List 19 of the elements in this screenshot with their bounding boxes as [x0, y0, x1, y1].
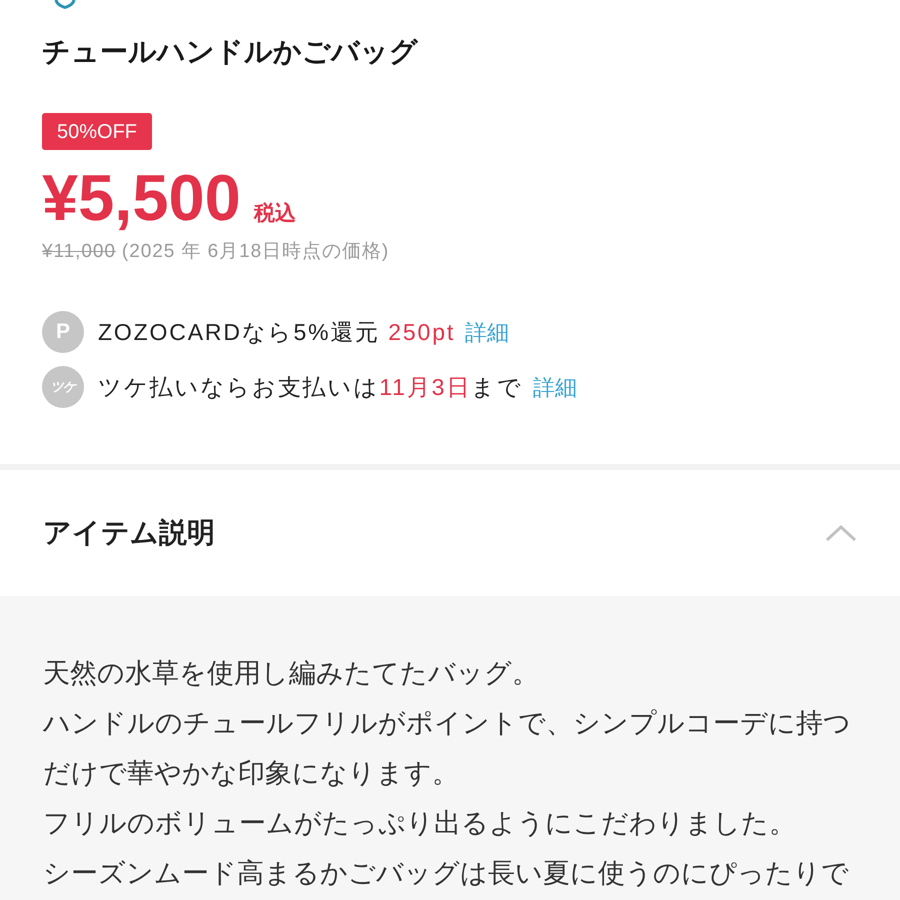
points-badge: P — [42, 311, 84, 353]
chevron-up-icon[interactable] — [825, 524, 857, 542]
detail-link[interactable]: 詳細 — [465, 316, 510, 348]
description-text: シーズンムード高まるかごバッグは長い夏に使うのにぴったりで — [43, 857, 850, 890]
original-price: ¥11,000 — [42, 240, 116, 264]
perk-text: ZOZOCARDなら5%還元 250pt — [98, 318, 456, 347]
section-title: アイテム説明 — [43, 516, 215, 550]
tax-note: 税込 — [254, 201, 296, 227]
description-text: フリルのボリュームがたっぷり出るようにこだわりました。 — [43, 807, 797, 840]
cropped-icon — [54, 0, 76, 9]
detail-link[interactable]: 詳細 — [532, 370, 577, 404]
price-date-note: (2025 年 6月18日時点の価格) — [122, 240, 390, 264]
product-title: チュールハンドルかごバッグ — [42, 35, 418, 69]
sale-price: ¥5,500 — [42, 165, 241, 230]
description-text: 天然の水草を使用し編みたてたバッグ。 — [43, 657, 540, 690]
description-text: ハンドルのチュールフリルがポイントで、シンプルコーデに持つだけで華やかな印象になります。 — [43, 707, 852, 790]
discount-badge: 50%OFF — [42, 113, 152, 150]
payment-badge: ツケ — [42, 366, 84, 408]
perk-text: ツケ払いならお支払いは 11月3日 まで — [98, 372, 523, 402]
